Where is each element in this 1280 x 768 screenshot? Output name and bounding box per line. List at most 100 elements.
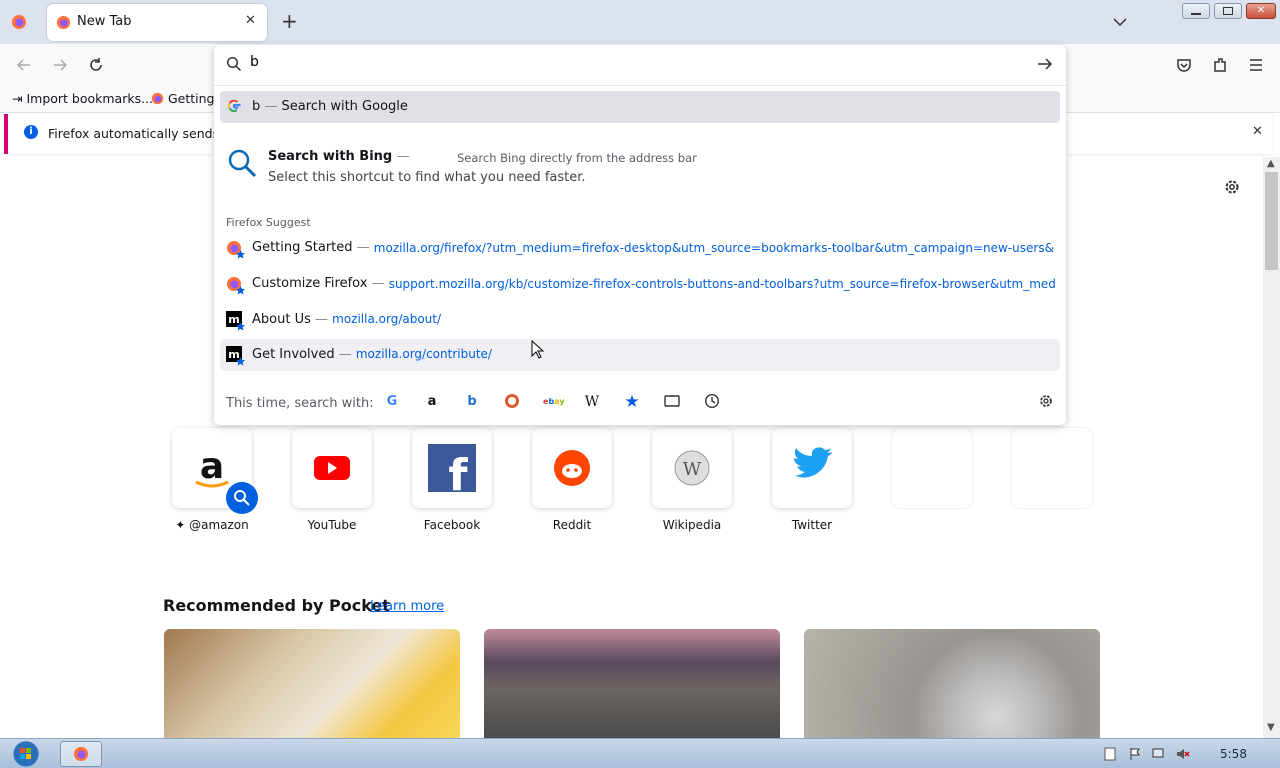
- top-site-twitter[interactable]: [772, 428, 852, 508]
- top-site-label-text: @amazon: [189, 518, 249, 532]
- document-icon[interactable]: [1103, 747, 1117, 761]
- window-restore-button[interactable]: [1214, 3, 1242, 19]
- top-site-youtube[interactable]: [292, 428, 372, 508]
- suggestion-title: Customize Firefox: [252, 276, 368, 291]
- top-site-empty[interactable]: [892, 428, 972, 508]
- facebook-icon: f: [428, 444, 476, 501]
- divider: [214, 85, 1066, 86]
- search-icon[interactable]: [226, 147, 258, 179]
- bookmarks-star-icon[interactable]: ★: [623, 393, 641, 411]
- gear-icon[interactable]: [1223, 178, 1241, 196]
- history-icon[interactable]: [703, 393, 721, 411]
- suggestion-url: mozilla.org/firefox/?utm_medium=firefox-…: [373, 241, 1054, 255]
- suggestion-text: About Us — mozilla.org/about/: [252, 312, 441, 327]
- suggestion-customize-firefox[interactable]: Customize Firefox — support.mozilla.org/…: [220, 268, 1060, 300]
- windows-start-icon[interactable]: [6, 739, 46, 768]
- star-icon: [236, 322, 245, 331]
- suggestion-about-us[interactable]: m About Us — mozilla.org/about/: [220, 304, 1060, 336]
- top-site-wikipedia[interactable]: W: [652, 428, 732, 508]
- firefox-icon: [151, 92, 164, 105]
- youtube-icon: [314, 456, 350, 480]
- top-site-empty[interactable]: [1012, 428, 1092, 508]
- chevron-down-icon[interactable]: [1112, 14, 1128, 30]
- google-icon: [228, 99, 241, 112]
- bing-icon[interactable]: b: [463, 393, 481, 411]
- suggestion-separator: —: [315, 312, 328, 327]
- forward-icon[interactable]: [51, 56, 69, 74]
- suggestion-separator: —: [264, 99, 278, 114]
- top-site-facebook[interactable]: f: [412, 428, 492, 508]
- one-off-label: This time, search with:: [226, 396, 374, 411]
- gear-icon[interactable]: [1037, 393, 1055, 411]
- star-icon: [236, 286, 245, 295]
- pocket-card-image[interactable]: [164, 629, 460, 739]
- pocket-card-image[interactable]: [484, 629, 780, 739]
- volume-muted-icon[interactable]: [1176, 747, 1190, 761]
- tab-title: New Tab: [77, 14, 132, 29]
- back-icon[interactable]: [15, 56, 33, 74]
- pocket-learn-more-link[interactable]: Learn more: [370, 599, 444, 614]
- bing-separator: —: [396, 149, 410, 164]
- suggestion-url: mozilla.org/about/: [332, 312, 442, 326]
- hamburger-icon[interactable]: [1247, 56, 1265, 74]
- bookmark-getting-label: Getting: [167, 91, 215, 106]
- extensions-icon[interactable]: [1211, 56, 1229, 74]
- suggestion-google-search[interactable]: b — Search with Google: [220, 91, 1060, 123]
- bookmark-getting-started[interactable]: Getting: [151, 91, 215, 106]
- close-icon[interactable]: ✕: [245, 13, 256, 28]
- tab-new-tab[interactable]: New Tab ✕: [47, 4, 267, 41]
- top-site-label: Twitter: [791, 518, 833, 532]
- taskbar-firefox-button[interactable]: [60, 741, 102, 767]
- suggestion-getting-started[interactable]: Getting Started — mozilla.org/firefox/?u…: [220, 232, 1060, 264]
- search-icon: [226, 56, 242, 72]
- duckduckgo-icon[interactable]: [503, 393, 521, 411]
- bing-shortcut-subtitle: Select this shortcut to find what you ne…: [268, 170, 586, 185]
- google-icon[interactable]: G: [383, 393, 401, 411]
- reload-icon[interactable]: [87, 56, 105, 74]
- suggestion-text: Customize Firefox — support.mozilla.org/…: [252, 276, 1055, 291]
- top-site-label: YouTube: [307, 518, 357, 532]
- top-site-label: Reddit: [552, 518, 592, 532]
- suggestion-title: About Us: [252, 312, 311, 327]
- scrollbar[interactable]: ▲ ▼: [1263, 157, 1280, 738]
- star-icon: [236, 250, 245, 259]
- amazon-icon[interactable]: a: [423, 393, 441, 411]
- suggestion-title: Getting Started: [252, 240, 353, 255]
- flag-icon[interactable]: [1128, 747, 1142, 761]
- suggestion-get-involved[interactable]: m Get Involved — mozilla.org/contribute/: [220, 339, 1060, 371]
- suggestion-title: Get Involved: [252, 347, 335, 362]
- new-tab-button[interactable]: +: [281, 10, 298, 32]
- wikipedia-icon: W: [674, 450, 710, 486]
- tabs-icon[interactable]: [663, 393, 681, 411]
- scroll-thumb[interactable]: [1265, 172, 1278, 270]
- suggestion-separator: —: [338, 347, 352, 362]
- one-off-search-bar: This time, search with: G a b ebay W ★: [214, 382, 1066, 425]
- network-icon[interactable]: [1152, 747, 1166, 761]
- bing-shortcut-title[interactable]: Search with Bing —: [268, 149, 410, 164]
- bing-shortcut-description: Search Bing directly from the address ba…: [457, 151, 697, 165]
- pocket-icon[interactable]: [1175, 56, 1193, 74]
- firefox-icon: [74, 747, 88, 761]
- top-site-reddit[interactable]: [532, 428, 612, 508]
- window-minimize-button[interactable]: [1182, 3, 1210, 19]
- bookmark-import[interactable]: ⇥ Import bookmarks...: [12, 91, 153, 106]
- reddit-icon: [554, 450, 590, 486]
- ebay-icon[interactable]: ebay: [543, 393, 565, 411]
- window-close-button[interactable]: ✕: [1246, 3, 1276, 19]
- pocket-card-image[interactable]: [804, 629, 1100, 739]
- suggestion-text: Get Involved — mozilla.org/contribute/: [252, 347, 492, 362]
- close-icon[interactable]: ✕: [1252, 124, 1263, 139]
- scroll-down-icon[interactable]: ▼: [1267, 722, 1275, 733]
- taskbar: 5:58: [0, 738, 1280, 768]
- scroll-up-icon[interactable]: ▲: [1267, 158, 1275, 169]
- suggestion-label: Search with Google: [281, 99, 408, 114]
- arrow-right-icon[interactable]: [1036, 55, 1054, 73]
- address-input[interactable]: [250, 54, 1010, 70]
- top-site-label: ✦ @amazon: [175, 518, 249, 532]
- mouse-cursor-icon: [531, 340, 545, 359]
- firefox-icon[interactable]: [11, 14, 27, 30]
- top-site-label: Wikipedia: [662, 518, 722, 532]
- taskbar-clock[interactable]: 5:58: [1220, 747, 1247, 761]
- wikipedia-icon[interactable]: W: [583, 393, 601, 411]
- star-icon: [236, 357, 245, 366]
